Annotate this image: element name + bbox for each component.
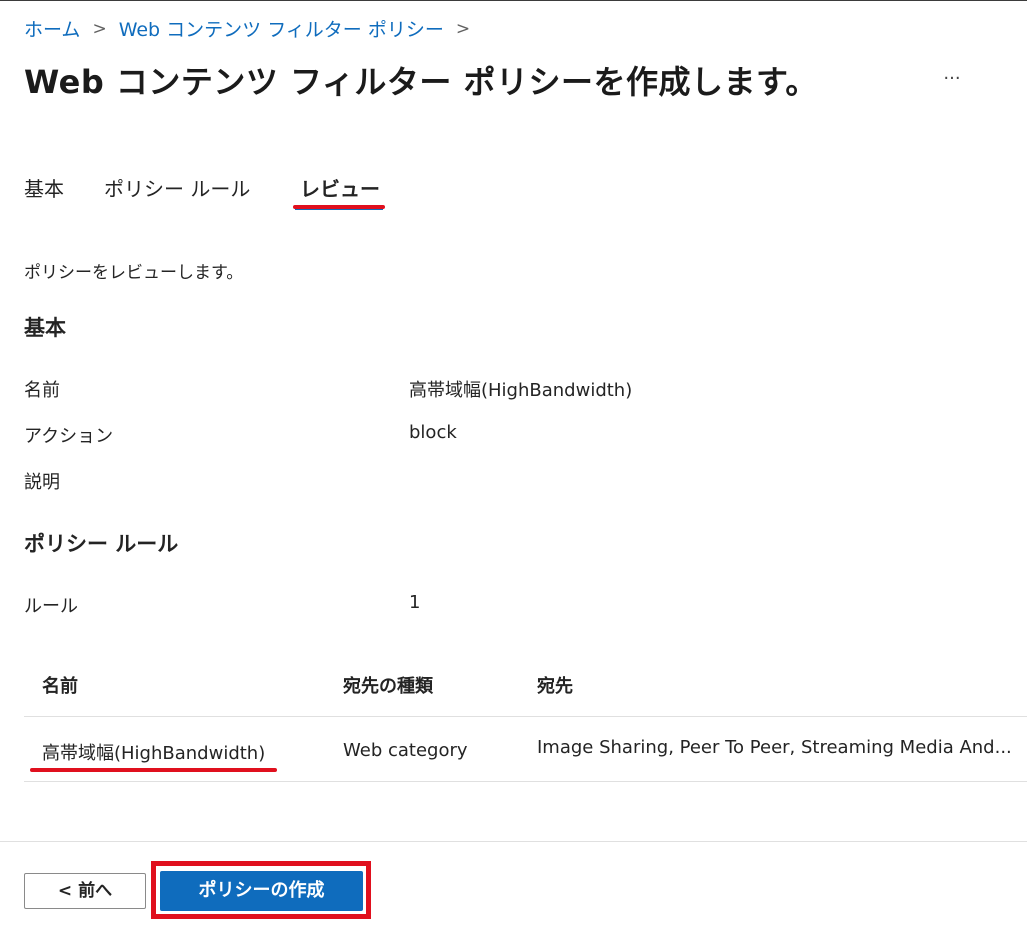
create-web-content-filter-policy-page: ホーム > Web コンテンツ フィルター ポリシー > Web コンテンツ フ… (0, 0, 1027, 929)
name-label: 名前 (24, 380, 60, 401)
annotation-underline-rule-name (30, 768, 277, 772)
description-label: 説明 (24, 472, 60, 493)
name-value: 高帯域幅(HighBandwidth) (409, 380, 633, 401)
rule-name-cell: 高帯域幅(HighBandwidth) (42, 743, 266, 764)
table-row: 高帯域幅(HighBandwidth) Web category Image S… (24, 717, 1027, 782)
page-title: Web コンテンツ フィルター ポリシーを作成します。 (24, 63, 818, 101)
breadcrumb-home-link[interactable]: ホーム (24, 15, 80, 42)
annotation-underline-review-tab (293, 205, 385, 209)
table-header: 名前 宛先の種類 宛先 (24, 653, 1027, 717)
column-header-destination-type: 宛先の種類 (343, 676, 433, 697)
action-value: block (409, 422, 457, 443)
column-header-destination: 宛先 (537, 676, 573, 697)
breadcrumb-chevron-icon: > (455, 18, 471, 39)
basics-section-heading: 基本 (24, 316, 66, 340)
rule-destination-cell: Image Sharing, Peer To Peer, Streaming M… (537, 737, 1012, 758)
more-options-icon[interactable]: ··· (936, 65, 968, 93)
rules-table: 名前 宛先の種類 宛先 高帯域幅(HighBandwidth) Web cate… (24, 653, 1027, 782)
tab-policy-rules[interactable]: ポリシー ルール (104, 173, 250, 202)
action-label: アクション (24, 426, 114, 447)
review-intro-text: ポリシーをレビューします。 (24, 263, 244, 283)
tab-basics[interactable]: 基本 (24, 173, 64, 202)
tab-review[interactable]: レビュー (300, 173, 380, 202)
footer-divider (0, 841, 1027, 842)
rule-destination-type-cell: Web category (343, 740, 468, 761)
column-header-name: 名前 (42, 676, 78, 697)
breadcrumb-web-content-filter-policy-link[interactable]: Web コンテンツ フィルター ポリシー (119, 15, 444, 42)
rule-count-label: ルール (24, 596, 78, 617)
rule-count-value: 1 (409, 592, 421, 613)
policy-rules-section-heading: ポリシー ルール (24, 532, 179, 556)
breadcrumb-chevron-icon: > (92, 18, 107, 39)
create-policy-button[interactable]: ポリシーの作成 (160, 871, 363, 911)
breadcrumb: ホーム > Web コンテンツ フィルター ポリシー > (24, 15, 482, 42)
previous-button[interactable]: < 前へ (24, 873, 146, 909)
